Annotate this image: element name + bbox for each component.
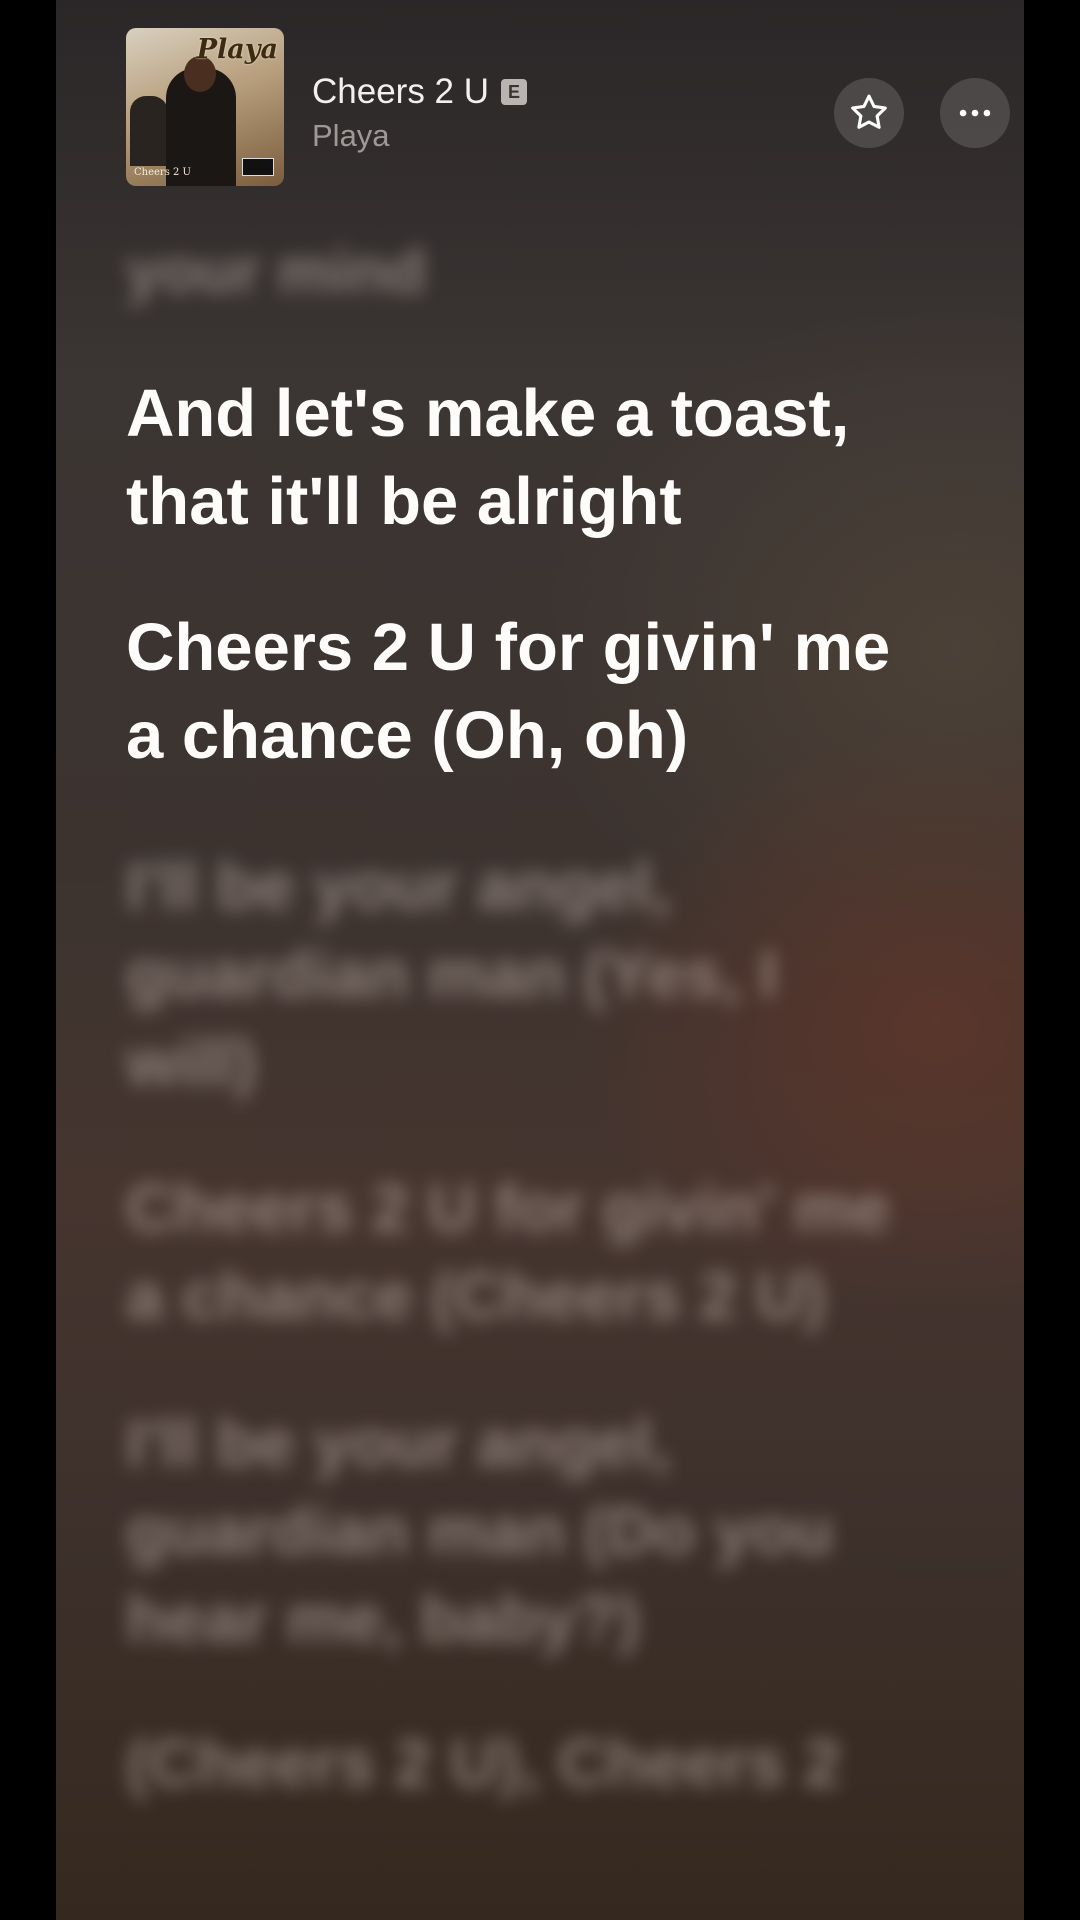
track-title-row[interactable]: Cheers 2 U E	[312, 72, 528, 112]
ellipsis-icon	[959, 109, 991, 117]
artist-name[interactable]: Playa	[312, 118, 390, 154]
favorite-button[interactable]	[834, 78, 904, 148]
artwork-title: Playa	[196, 34, 278, 65]
lyric-line-upcoming[interactable]: I'll be your angel, guardian man (Yes, I…	[126, 843, 946, 1107]
more-options-button[interactable]	[940, 78, 1010, 148]
lyric-line-upcoming[interactable]: Cheers 2 U for givin' me a chance (Cheer…	[126, 1165, 946, 1341]
lyric-line-upcoming[interactable]: (Cheers 2 U), Cheers 2	[126, 1720, 946, 1808]
lyric-line-previous[interactable]: your mind	[126, 228, 946, 316]
now-playing-header: Playa Cheers 2 U Cheers 2 U E Playa	[126, 28, 1010, 188]
star-outline-icon	[851, 94, 887, 129]
explicit-badge: E	[501, 79, 528, 105]
lyric-line-upcoming[interactable]: I'll be your angel, guardian man (Do you…	[126, 1400, 946, 1664]
lyrics-screen: Playa Cheers 2 U Cheers 2 U E Playa your…	[56, 0, 1024, 1920]
lyric-line-active[interactable]: And let's make a toast, that it'll be al…	[126, 370, 946, 546]
lyric-line-active[interactable]: Cheers 2 U for givin' me a chance (Oh, o…	[126, 604, 946, 780]
artwork-figure	[130, 96, 168, 166]
album-artwork[interactable]: Playa Cheers 2 U	[126, 28, 284, 186]
track-title: Cheers 2 U	[312, 72, 490, 111]
parental-advisory-label	[242, 158, 274, 176]
artwork-caption: Cheers 2 U	[134, 167, 191, 178]
